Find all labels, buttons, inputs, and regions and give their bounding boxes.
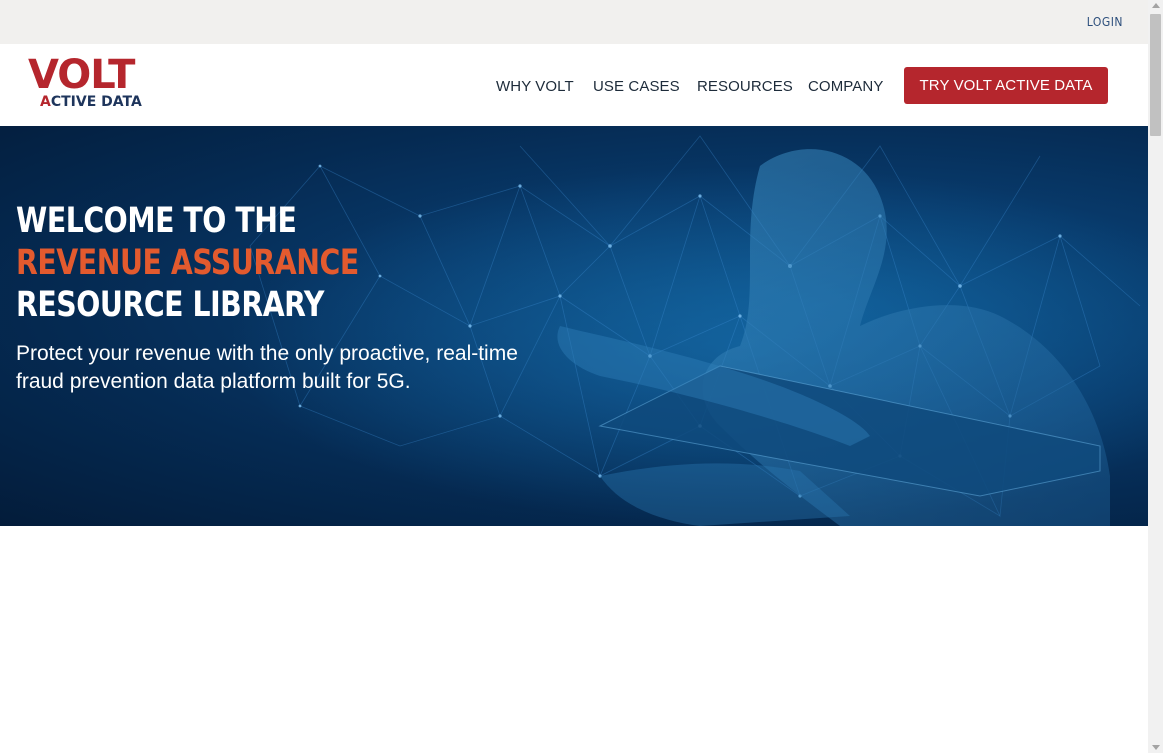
vertical-scrollbar[interactable]: [1148, 0, 1163, 753]
login-link[interactable]: LOGIN: [1087, 15, 1123, 29]
nav-item-resources[interactable]: RESOURCES: [697, 78, 793, 95]
nav-item-company[interactable]: COMPANY: [808, 78, 883, 95]
scroll-up-arrow-icon[interactable]: [1152, 3, 1160, 8]
try-volt-button[interactable]: TRY VOLT ACTIVE DATA: [904, 67, 1108, 104]
logo-subtitle: ACTIVE DATA: [40, 95, 142, 109]
hero-background-network: [0, 126, 1148, 526]
utility-bar: LOGIN: [0, 0, 1148, 44]
logo-wordmark: VOLT: [28, 52, 135, 98]
hero-heading-line-1: WELCOME TO THE: [16, 201, 297, 241]
hero-heading-line-2: REVENUE ASSURANCE: [16, 243, 359, 283]
hero-subtitle: Protect your revenue with the only proac…: [16, 342, 518, 393]
logo-subtitle-rest: CTIVE DATA: [50, 94, 142, 110]
hero-banner: WELCOME TO THE REVENUE ASSURANCE RESOURC…: [0, 126, 1148, 526]
volt-logo[interactable]: VOLT ACTIVE DATA: [28, 52, 154, 112]
hero-heading: WELCOME TO THE REVENUE ASSURANCE RESOURC…: [16, 200, 359, 326]
site-header: VOLT ACTIVE DATA WHY VOLT USE CASES RESO…: [0, 44, 1148, 126]
page: LOGIN VOLT ACTIVE DATA WHY VOLT USE CASE…: [0, 0, 1148, 753]
scroll-down-arrow-icon[interactable]: [1152, 745, 1160, 750]
nav-item-why-volt[interactable]: WHY VOLT: [496, 78, 574, 95]
logo-subtitle-accent: A: [40, 94, 51, 110]
hero-heading-line-3: RESOURCE LIBRARY: [16, 285, 324, 325]
nav-item-use-cases[interactable]: USE CASES: [593, 78, 680, 95]
scrollbar-thumb[interactable]: [1150, 14, 1161, 136]
